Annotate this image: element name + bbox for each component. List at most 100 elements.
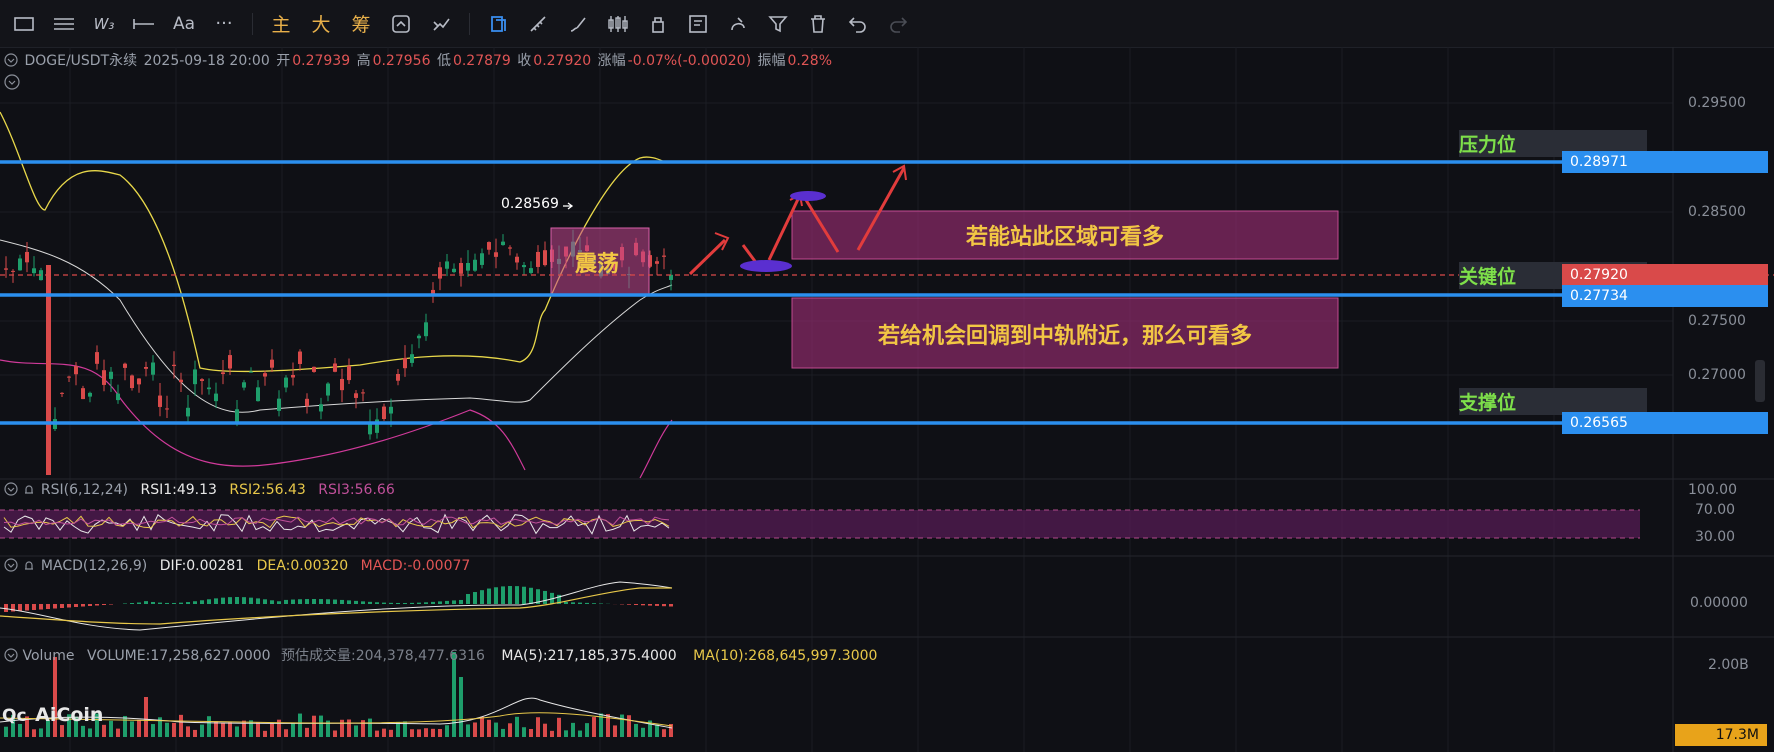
macd-bar [25, 604, 29, 611]
macd-bar [270, 600, 274, 604]
volume-bar [459, 677, 463, 737]
macd-title[interactable]: MACD(12,26,9) [41, 558, 147, 574]
macd-bar [312, 599, 316, 604]
last-price-label: 0.27920 [1562, 264, 1768, 286]
macd-bar [452, 600, 456, 604]
volume-bar [291, 723, 295, 737]
macd-tick: 0.00000 [1690, 595, 1748, 611]
price-chart[interactable] [0, 0, 1774, 752]
volume-title[interactable]: Volume [22, 648, 74, 664]
volume-bar [81, 725, 85, 737]
macd-bar [403, 602, 407, 604]
close-value: 0.27920 [533, 53, 592, 69]
candle-body [529, 268, 533, 273]
candle-body [452, 268, 456, 273]
volume-header: Volume VOLUME:17,258,627.0000 预估成交量:204,… [4, 645, 879, 665]
volume-bar [165, 722, 169, 737]
macd-bar [32, 604, 36, 610]
volume-bar [298, 713, 302, 737]
collapse-icon[interactable] [4, 482, 18, 496]
volume-bar [116, 728, 120, 737]
macd-bar [95, 604, 99, 606]
macd-bar [151, 601, 155, 604]
macd-bar [347, 600, 351, 604]
macd-bar [382, 602, 386, 604]
change-label: 涨幅 [597, 53, 626, 69]
macd-bar [340, 599, 344, 604]
bell-icon[interactable] [22, 558, 36, 572]
volume-bar [536, 717, 540, 737]
macd-bar [228, 597, 232, 604]
candle-body [473, 259, 477, 271]
volume-bar [39, 728, 43, 737]
macd-bar [424, 602, 428, 604]
macd-bar [599, 603, 603, 604]
candle-body [319, 404, 323, 412]
candle-body [151, 362, 155, 375]
collapse-icon[interactable] [4, 648, 18, 662]
candle-body [137, 378, 141, 385]
macd-bar [655, 604, 659, 606]
macd-bar [627, 604, 631, 605]
macd-bar [186, 602, 190, 604]
close-label: 收 [517, 53, 532, 69]
volume-bar [333, 730, 337, 737]
collapse-icon[interactable] [4, 53, 18, 69]
volume-bar [662, 729, 666, 737]
key-price-label: 0.27734 [1562, 285, 1768, 307]
macd-bar [662, 604, 666, 607]
rsi-band [0, 510, 1640, 538]
rsi-title[interactable]: RSI(6,12,24) [41, 482, 128, 498]
macd-bar [214, 598, 218, 604]
volume-bar [354, 725, 358, 737]
macd-bar [4, 604, 8, 612]
macd-value: MACD:-0.00077 [360, 558, 471, 574]
amplitude-label: 振幅 [757, 53, 786, 69]
ticker-symbol[interactable]: DOGE/USDT永续 [24, 53, 137, 69]
volume-bar [389, 729, 393, 737]
volume-bar [501, 728, 505, 737]
expand-icon[interactable] [4, 74, 20, 90]
candle-body [11, 270, 15, 272]
rsi1-value: RSI1:49.13 [140, 482, 217, 498]
macd-bar [88, 604, 92, 606]
macd-bar [529, 587, 533, 604]
macd-bar [172, 602, 176, 604]
candle-body [74, 366, 78, 375]
macd-histogram [4, 586, 673, 612]
volume-bar [130, 721, 134, 737]
candle-body [256, 387, 260, 402]
bell-icon[interactable] [22, 482, 36, 496]
volume-bar [235, 726, 239, 737]
volume-bar [445, 725, 449, 737]
candle-body [249, 371, 253, 373]
open-value: 0.27939 [292, 53, 351, 69]
macd-bar [284, 599, 288, 604]
macd-bar [669, 604, 673, 607]
volume-bar [193, 729, 197, 737]
volume-bar [473, 722, 477, 737]
macd-bar [508, 586, 512, 604]
volume-bar [284, 729, 288, 737]
candle-body [179, 379, 183, 383]
volume-bar [522, 727, 526, 737]
macd-bar [634, 604, 638, 605]
macd-bar [60, 604, 64, 608]
expand-indicator[interactable] [4, 74, 20, 94]
volume-bar [4, 726, 8, 737]
price-scale-handle[interactable] [1755, 360, 1765, 402]
volume-bar [319, 715, 323, 737]
candle-body [424, 322, 428, 337]
macd-bar [375, 602, 379, 604]
macd-bar [494, 587, 498, 604]
macd-bar [109, 604, 113, 605]
collapse-icon[interactable] [4, 558, 18, 572]
candle-body [172, 364, 176, 367]
macd-bar [578, 602, 582, 604]
candle-body [340, 378, 344, 391]
candle-body [389, 406, 393, 414]
candle-body [186, 407, 190, 417]
macd-bar [256, 598, 260, 604]
candle-body [130, 375, 134, 389]
macd-bar [480, 590, 484, 604]
